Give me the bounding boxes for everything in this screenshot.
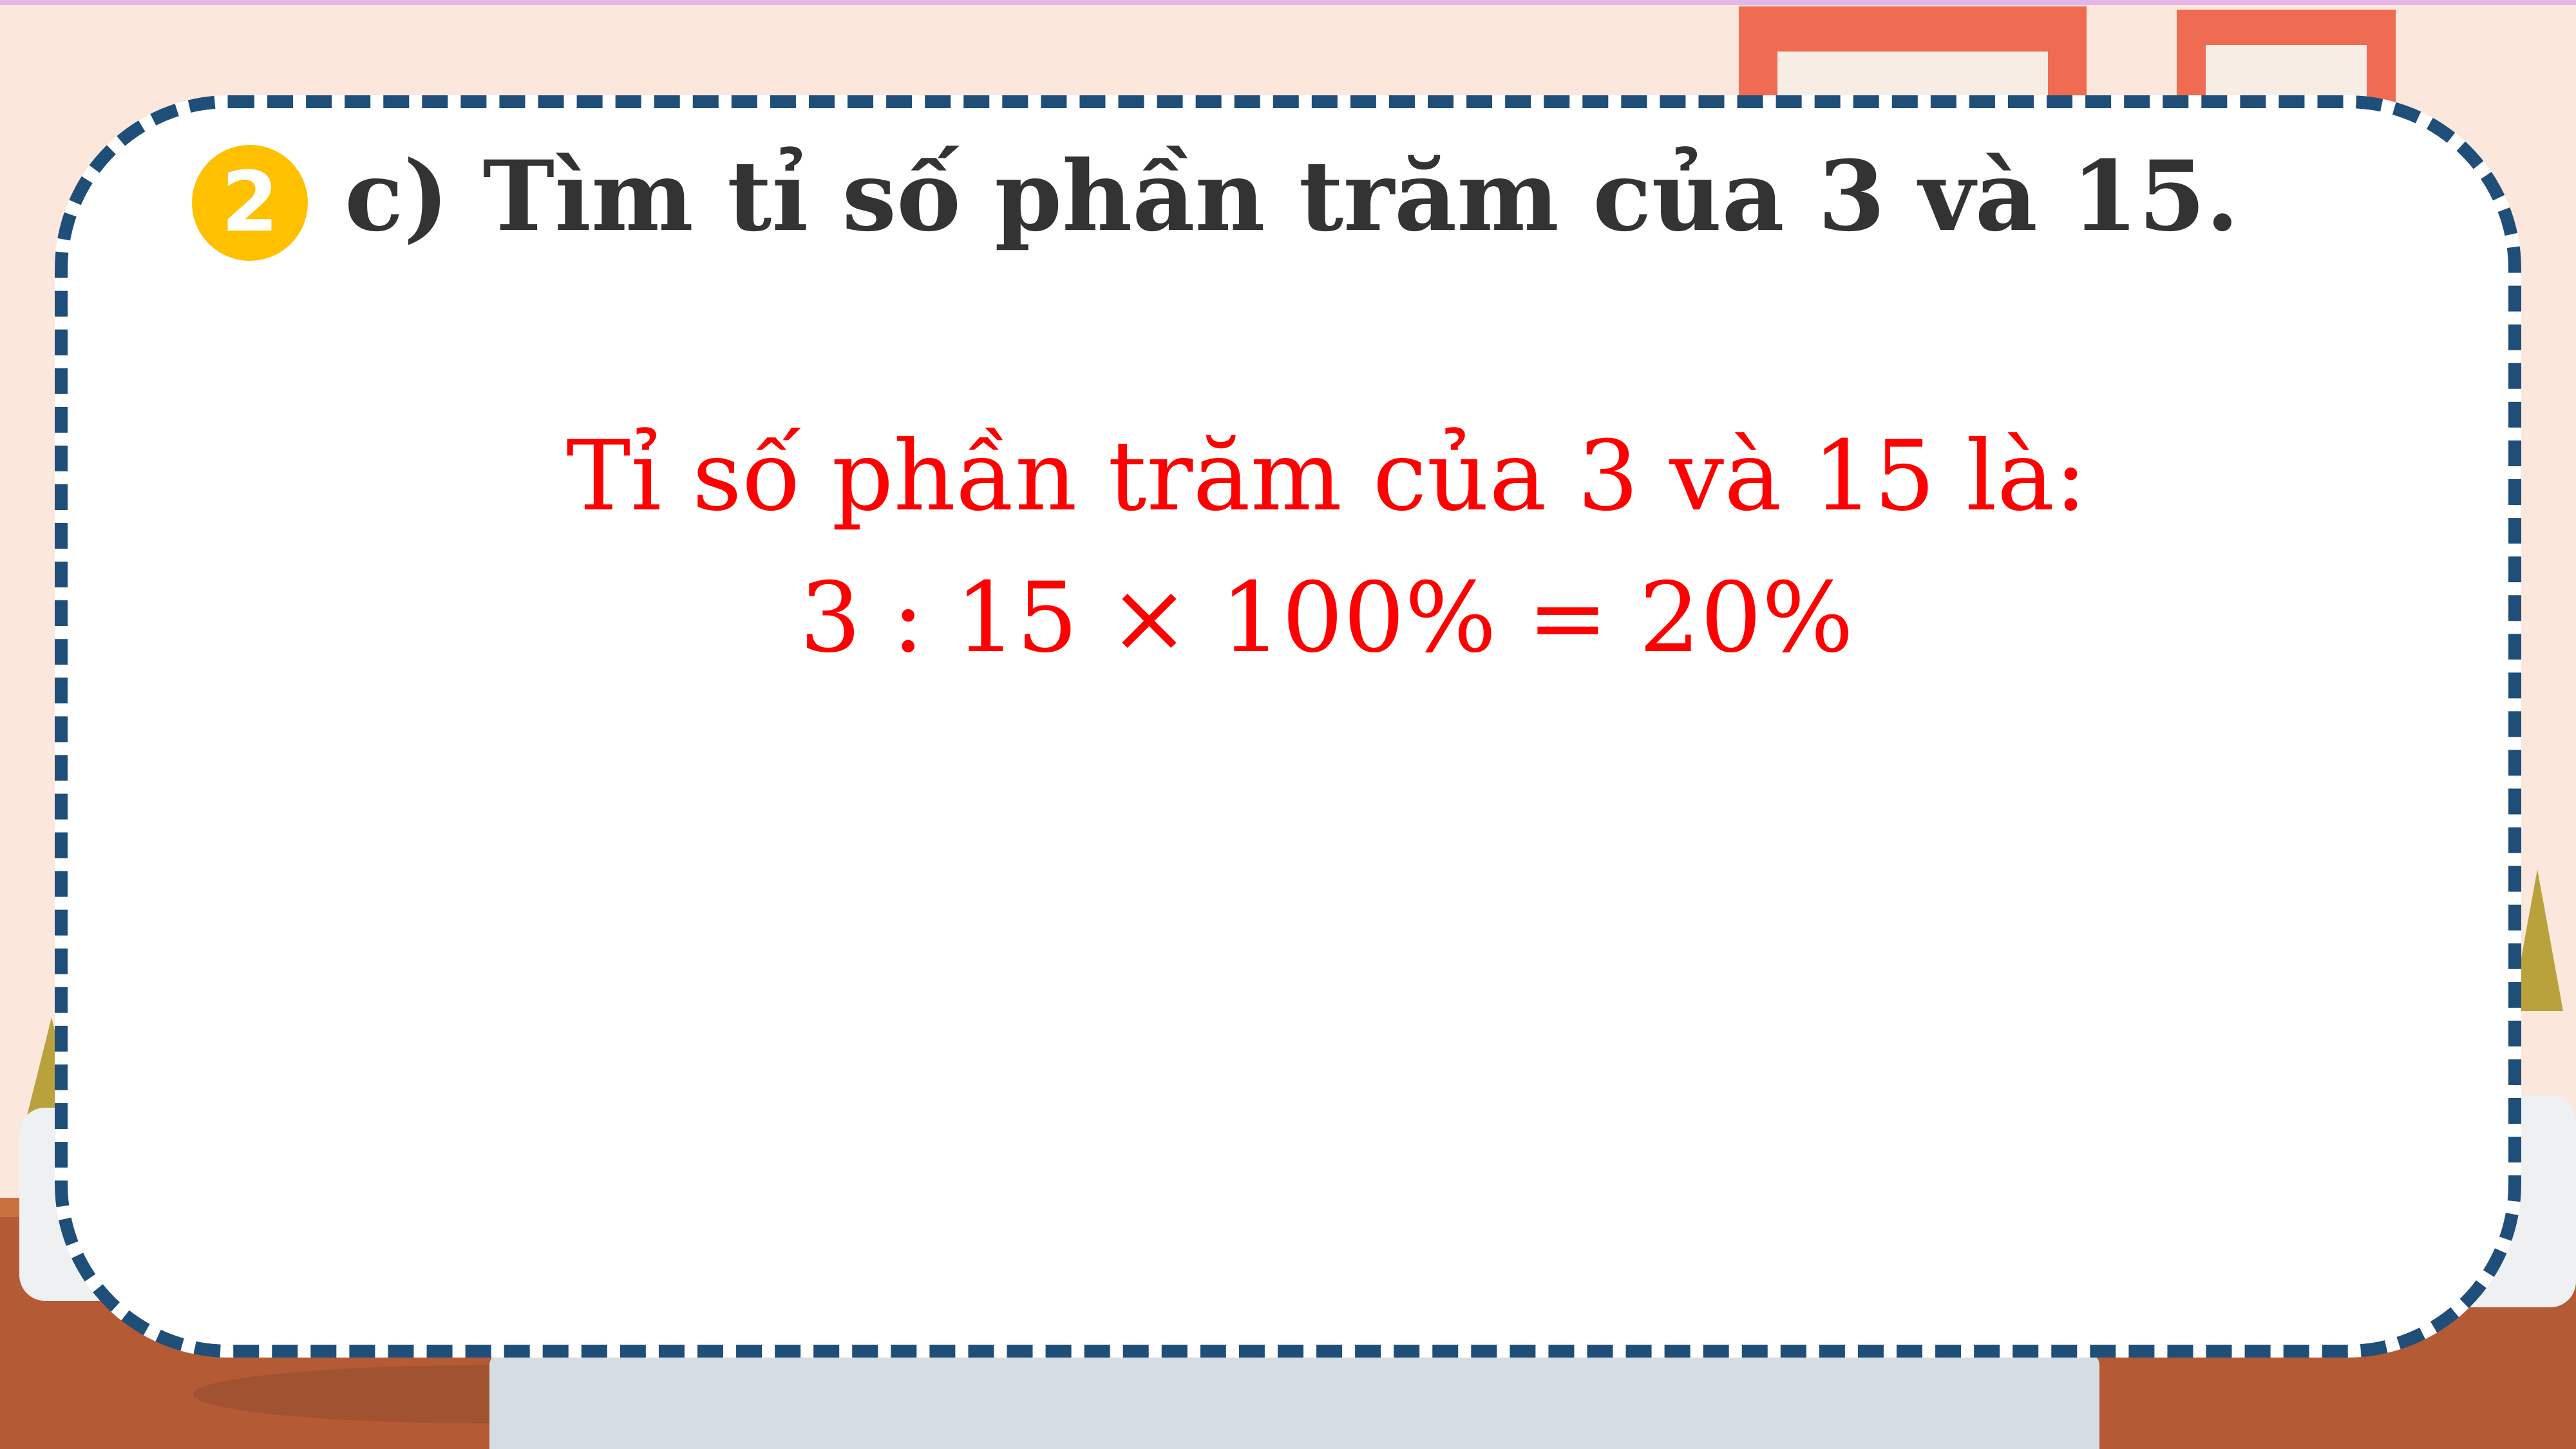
top-line [0,0,2576,5]
question-text: c) Tìm tỉ số phần trăm của 3 và 15. [345,140,2240,253]
content-card [55,95,2521,1358]
question-number-badge: 2 [192,145,308,261]
answer-line-1: Tỉ số phần trăm của 3 và 15 là: [566,421,2087,533]
answer-line-2: 3 : 15 × 100% = 20% [799,562,1854,674]
rug [489,1352,2099,1449]
